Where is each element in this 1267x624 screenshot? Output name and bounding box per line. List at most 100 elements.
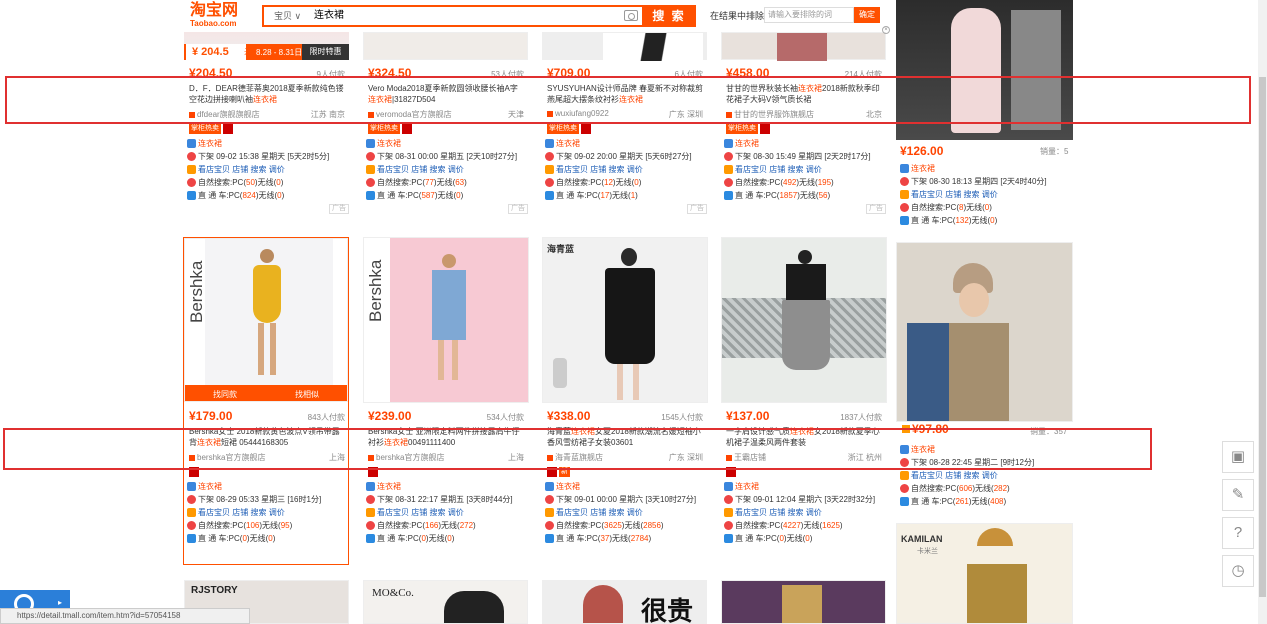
camera-icon[interactable] <box>624 10 638 21</box>
keyword-link[interactable]: 连衣裙 <box>377 139 401 148</box>
search-link[interactable]: 搜索 <box>250 165 266 174</box>
view-shop-link[interactable]: 看店宝贝 <box>377 508 409 517</box>
search-link[interactable]: 搜索 <box>963 190 979 199</box>
view-shop-link[interactable]: 看店宝贝 <box>911 190 943 199</box>
shop-link[interactable]: 店铺 <box>769 508 785 517</box>
view-shop-link[interactable]: 看店宝贝 <box>735 508 767 517</box>
ztc-pc: 261 <box>955 497 969 506</box>
adjust-price-link[interactable]: 调价 <box>448 165 464 174</box>
search-link[interactable]: 搜索 <box>787 165 803 174</box>
view-shop-link[interactable]: 看店宝贝 <box>556 165 588 174</box>
view-shop-link[interactable]: 看店宝贝 <box>556 508 588 517</box>
product-image[interactable] <box>721 32 886 61</box>
ztc-pc: 132 <box>955 216 969 225</box>
view-shop-link[interactable]: 看店宝贝 <box>198 508 230 517</box>
wx-label: )无线( <box>796 178 818 187</box>
product-image[interactable]: MO&Co. <box>363 580 528 624</box>
keyword-icon <box>545 482 554 492</box>
search-input[interactable]: 连衣裙 <box>314 7 344 25</box>
product-image[interactable]: 海青蓝 <box>542 237 708 403</box>
adjust-price-link[interactable]: 调价 <box>448 508 464 517</box>
shop-link[interactable]: 店铺 <box>411 508 427 517</box>
natural-label: 自然搜索:PC( <box>556 178 604 187</box>
keyword-link[interactable]: 连衣裙 <box>198 139 222 148</box>
clock-icon <box>900 177 909 187</box>
wx-label: )无线( <box>438 521 460 530</box>
shop-link[interactable]: 店铺 <box>232 165 248 174</box>
keyword-link[interactable]: 连衣裙 <box>377 482 401 491</box>
find-same-button[interactable]: 找同款 <box>213 389 237 400</box>
logo-text: 淘宝网 <box>190 2 239 19</box>
product-image[interactable]: 很贵 <box>542 580 707 624</box>
wx-label: )无线( <box>963 203 985 212</box>
search-link[interactable]: 搜索 <box>787 508 803 517</box>
keyword-link[interactable]: 连衣裙 <box>556 482 580 491</box>
search-link[interactable]: 搜索 <box>429 165 445 174</box>
gift-icon[interactable]: ▣ <box>1222 441 1254 473</box>
adjust-price-link[interactable]: 调价 <box>806 165 822 174</box>
search-scope-select[interactable]: 宝贝 ∨ <box>264 7 310 25</box>
product-image[interactable]: Bershka <box>363 237 529 403</box>
help-icon[interactable]: ? <box>1222 517 1254 549</box>
brand-subtext: 卡米兰 <box>917 548 938 555</box>
search-link[interactable]: 搜索 <box>250 508 266 517</box>
price: ¥338.00 <box>547 409 591 423</box>
edit-icon[interactable]: ✎ <box>1222 479 1254 511</box>
product-image[interactable]: KAMILAN 卡米兰 <box>896 523 1073 624</box>
adjust-price-link[interactable]: 调价 <box>627 165 643 174</box>
adjust-price-link[interactable]: 调价 <box>269 508 285 517</box>
ztc-pc: 824 <box>242 191 256 200</box>
product-image[interactable] <box>896 242 1073 422</box>
tag-row: 掌柜热卖 <box>368 124 414 135</box>
adjust-price-link[interactable]: 调价 <box>269 165 285 174</box>
exclude-confirm-button[interactable]: 确定 <box>854 7 880 23</box>
shop-link[interactable]: 店铺 <box>769 165 785 174</box>
ztc-label: 直 通 车:PC( <box>198 534 243 543</box>
clock-icon[interactable]: ◷ <box>1222 555 1254 587</box>
natural-label: 自然搜索:PC( <box>556 521 604 530</box>
view-shop-link[interactable]: 看店宝贝 <box>198 165 230 174</box>
shop-link[interactable]: 店铺 <box>590 508 606 517</box>
keyword-link[interactable]: 连衣裙 <box>556 139 580 148</box>
natural-label: 自然搜索:PC( <box>377 178 425 187</box>
adjust-price-link[interactable]: 调价 <box>982 471 998 480</box>
product-image[interactable] <box>721 580 886 624</box>
search-link[interactable]: 搜索 <box>608 508 624 517</box>
natural-search-icon <box>366 178 375 188</box>
search-link[interactable]: 搜索 <box>429 508 445 517</box>
search-link[interactable]: 搜索 <box>963 471 979 480</box>
view-shop-link[interactable]: 看店宝贝 <box>377 165 409 174</box>
shop-link[interactable]: 店铺 <box>945 190 961 199</box>
adjust-price-link[interactable]: 调价 <box>627 508 643 517</box>
search-button[interactable]: 搜 索 <box>642 5 696 27</box>
ztc-label: 直 通 车:PC( <box>556 191 601 200</box>
shop-link[interactable]: 店铺 <box>945 471 961 480</box>
taobao-logo[interactable]: 淘宝网 Taobao.com <box>190 2 239 29</box>
natural-search-icon <box>900 203 909 213</box>
close-icon[interactable]: × <box>882 26 890 34</box>
find-similar-button[interactable]: 找相似 <box>295 389 319 400</box>
exclude-input[interactable]: 请输入要排除的词 <box>764 7 854 23</box>
keyword-link[interactable]: 连衣裙 <box>735 139 759 148</box>
scrollbar-thumb[interactable] <box>1259 77 1266 597</box>
search-link[interactable]: 搜索 <box>608 165 624 174</box>
shop-link[interactable]: 店铺 <box>411 165 427 174</box>
shop-link[interactable]: 店铺 <box>232 508 248 517</box>
view-shop-link[interactable]: 看店宝贝 <box>735 165 767 174</box>
product-image[interactable]: Bershka 找同款 找相似 <box>184 238 348 402</box>
adjust-price-link[interactable]: 调价 <box>806 508 822 517</box>
view-shop-link[interactable]: 看店宝贝 <box>911 471 943 480</box>
paren: ) <box>464 178 467 187</box>
keyword-link[interactable]: 连衣裙 <box>735 482 759 491</box>
product-image[interactable] <box>721 237 887 403</box>
brand-text: Bershka <box>366 259 385 322</box>
item-meta: 连衣裙 下架 08-30 18:13 星期四 [2天4时40分] 看店宝贝 店铺… <box>900 162 1066 227</box>
product-image[interactable] <box>542 32 707 61</box>
keyword-link[interactable]: 连衣裙 <box>198 482 222 491</box>
paren: ) <box>648 534 652 543</box>
adjust-price-link[interactable]: 调价 <box>982 190 998 199</box>
keyword-link[interactable]: 连衣裙 <box>911 164 935 173</box>
shop-link[interactable]: 店铺 <box>590 165 606 174</box>
product-image[interactable] <box>363 32 528 60</box>
keyword-icon <box>900 164 909 174</box>
